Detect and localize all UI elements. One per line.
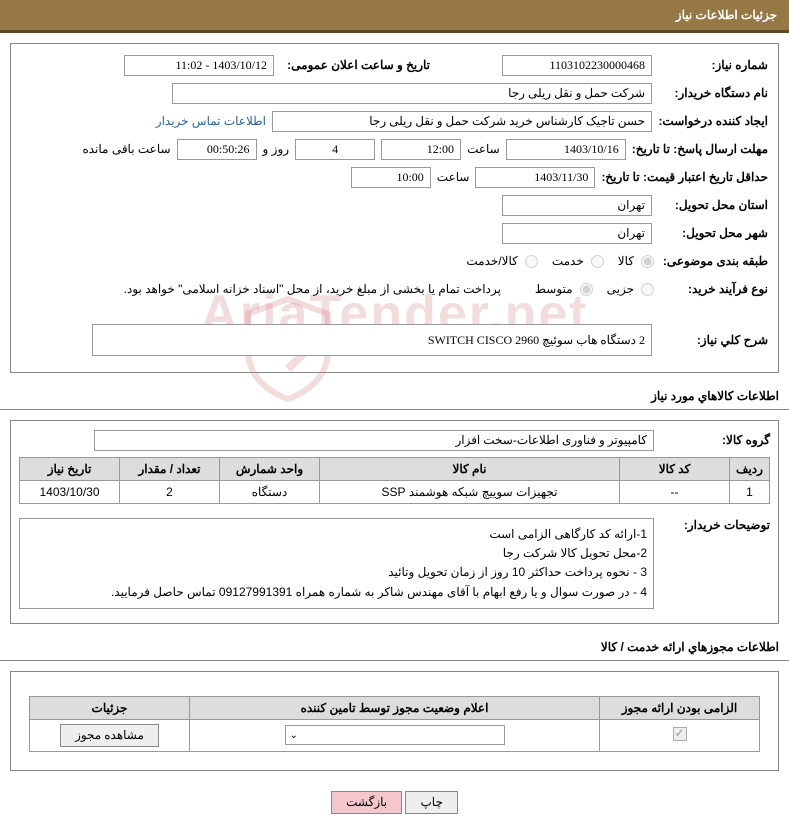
- license-header-row: الزامی بودن ارائه مجوز اعلام وضعیت مجوز …: [30, 696, 760, 719]
- radio-partial: [641, 283, 654, 296]
- field-countdown: 00:50:26: [177, 139, 257, 160]
- radio-medium: [580, 283, 593, 296]
- field-deadline-time: 12:00: [381, 139, 461, 160]
- license-section-box: الزامی بودن ارائه مجوز اعلام وضعیت مجوز …: [10, 671, 779, 771]
- th-details: جزئیات: [30, 696, 190, 719]
- main-details-box: AriaTender.net شماره نیاز: 1103102230000…: [10, 43, 779, 373]
- label-need-number: شماره نیاز:: [658, 58, 768, 72]
- row-city: شهر محل تحویل: تهران: [21, 222, 768, 244]
- label-radio-partial: جزیی: [607, 282, 634, 296]
- th-status: اعلام وضعیت مجوز توسط تامین کننده: [190, 696, 600, 719]
- field-deadline-date: 1403/10/16: [506, 139, 626, 160]
- label-hour-2: ساعت: [437, 170, 470, 184]
- field-need-number: 1103102230000468: [502, 55, 652, 76]
- license-table: الزامی بودن ارائه مجوز اعلام وضعیت مجوز …: [29, 696, 760, 752]
- table-header-row: ردیف کد کالا نام کالا واحد شمارش تعداد /…: [20, 458, 770, 481]
- row-buyer-notes: توضیحات خریدار: 1-ارائه کد کارگاهی الزام…: [19, 512, 770, 609]
- radio-service: [591, 255, 604, 268]
- field-days-count: 4: [295, 139, 375, 160]
- label-buyer-notes: توضیحات خریدار:: [660, 512, 770, 532]
- row-description: شرح کلي نیاز: 2 دستگاه هاب سوئیچ SWITCH …: [21, 324, 768, 356]
- td-details: مشاهده مجوز: [30, 719, 190, 751]
- td-row-n: 1: [730, 481, 770, 504]
- back-button[interactable]: بازگشت: [331, 791, 402, 814]
- td-mandatory: [600, 719, 760, 751]
- print-button[interactable]: چاپ: [405, 791, 457, 814]
- radio-goods: [641, 255, 654, 268]
- label-province: استان محل تحویل:: [658, 198, 768, 212]
- link-buyer-contact[interactable]: اطلاعات تماس خریدار: [156, 114, 266, 128]
- goods-table: ردیف کد کالا نام کالا واحد شمارش تعداد /…: [19, 457, 770, 504]
- field-goods-group: کامپیوتر و فناوری اطلاعات-سخت افزار: [94, 430, 654, 451]
- label-days-and: روز و: [263, 142, 290, 156]
- row-province: استان محل تحویل: تهران: [21, 194, 768, 216]
- td-unit: دستگاه: [220, 481, 320, 504]
- field-buyer-org: شرکت حمل و نقل ریلی رجا: [172, 83, 652, 104]
- label-goods-group: گروه کالا:: [660, 433, 770, 447]
- table-row: 1 -- تجهیزات سوییچ شبکه هوشمند SSP دستگا…: [20, 481, 770, 504]
- field-province: تهران: [502, 195, 652, 216]
- label-city: شهر محل تحویل:: [658, 226, 768, 240]
- row-buyer-org: نام دستگاه خریدار: شرکت حمل و نقل ریلی ر…: [21, 82, 768, 104]
- page-title: جزئیات اطلاعات نیاز: [676, 8, 777, 22]
- radio-goods-service: [525, 255, 538, 268]
- process-note: پرداخت تمام یا بخشی از مبلغ خرید، از محل…: [124, 282, 501, 296]
- row-category: طبقه بندی موضوعی: کالا خدمت کالا/خدمت: [21, 250, 768, 272]
- view-license-button[interactable]: مشاهده مجوز: [60, 724, 159, 747]
- field-validity-date: 1403/11/30: [475, 167, 595, 188]
- label-process: نوع فرآیند خرید:: [658, 282, 768, 296]
- buyer-notes-box: 1-ارائه کد کارگاهی الزامی است 2-محل تحوی…: [19, 518, 654, 609]
- label-remaining: ساعت باقی مانده: [82, 142, 170, 156]
- td-need-date: 1403/10/30: [20, 481, 120, 504]
- section-title-license: اطلاعات مجوزهاي ارائه خدمت / کالا: [0, 634, 789, 661]
- th-name: نام کالا: [320, 458, 620, 481]
- th-code: کد کالا: [620, 458, 730, 481]
- label-radio-service: خدمت: [552, 254, 584, 268]
- row-goods-group: گروه کالا: کامپیوتر و فناوری اطلاعات-سخت…: [19, 429, 770, 451]
- section-title-goods: اطلاعات کالاهاي مورد نیاز: [0, 383, 789, 410]
- row-validity: حداقل تاریخ اعتبار قیمت: تا تاریخ: 1403/…: [21, 166, 768, 188]
- chevron-down-icon: ⌄: [290, 730, 298, 741]
- field-city: تهران: [502, 223, 652, 244]
- status-select[interactable]: ⌄: [285, 725, 505, 745]
- td-name: تجهیزات سوییچ شبکه هوشمند SSP: [320, 481, 620, 504]
- td-qty: 2: [120, 481, 220, 504]
- field-description: 2 دستگاه هاب سوئیچ SWITCH CISCO 2960: [92, 324, 652, 356]
- th-mandatory: الزامی بودن ارائه مجوز: [600, 696, 760, 719]
- label-deadline: مهلت ارسال پاسخ: تا تاریخ:: [632, 142, 768, 156]
- field-announce-datetime: 1403/10/12 - 11:02: [124, 55, 274, 76]
- td-code: --: [620, 481, 730, 504]
- th-qty: تعداد / مقدار: [120, 458, 220, 481]
- label-radio-goods-service: کالا/خدمت: [466, 254, 517, 268]
- row-process: نوع فرآیند خرید: جزیی متوسط پرداخت تمام …: [21, 278, 768, 300]
- note-line-4: 4 - در صورت سوال و یا رفع ابهام با آقای …: [26, 583, 647, 602]
- row-requester: ایجاد کننده درخواست: حسن تاجیک کارشناس خ…: [21, 110, 768, 132]
- field-requester: حسن تاجیک کارشناس خرید شرکت حمل و نقل ری…: [272, 111, 652, 132]
- td-status: ⌄: [190, 719, 600, 751]
- license-row: ⌄ مشاهده مجوز: [30, 719, 760, 751]
- label-radio-goods: کالا: [618, 254, 634, 268]
- th-row: ردیف: [730, 458, 770, 481]
- label-buyer-org: نام دستگاه خریدار:: [658, 86, 768, 100]
- button-row: چاپ بازگشت: [0, 781, 789, 824]
- label-requester: ایجاد کننده درخواست:: [658, 114, 768, 128]
- label-radio-medium: متوسط: [535, 282, 573, 296]
- label-hour-1: ساعت: [467, 142, 500, 156]
- goods-section-box: گروه کالا: کامپیوتر و فناوری اطلاعات-سخت…: [10, 420, 779, 624]
- row-deadline: مهلت ارسال پاسخ: تا تاریخ: 1403/10/16 سا…: [21, 138, 768, 160]
- label-announce-datetime: تاریخ و ساعت اعلان عمومی:: [280, 58, 430, 72]
- th-unit: واحد شمارش: [220, 458, 320, 481]
- checkbox-mandatory-icon: [673, 727, 687, 741]
- row-need-number: شماره نیاز: 1103102230000468 تاریخ و ساع…: [21, 54, 768, 76]
- note-line-2: 2-محل تحویل کالا شرکت رجا: [26, 544, 647, 563]
- label-description: شرح کلي نیاز:: [658, 333, 768, 347]
- note-line-3: 3 - نحوه پرداخت حداکثر 10 روز از زمان تح…: [26, 563, 647, 582]
- label-category: طبقه بندی موضوعی:: [658, 254, 768, 268]
- field-validity-time: 10:00: [351, 167, 431, 188]
- label-validity: حداقل تاریخ اعتبار قیمت: تا تاریخ:: [601, 170, 768, 184]
- note-line-1: 1-ارائه کد کارگاهی الزامی است: [26, 525, 647, 544]
- th-need-date: تاریخ نیاز: [20, 458, 120, 481]
- page-header: جزئیات اطلاعات نیاز: [0, 0, 789, 33]
